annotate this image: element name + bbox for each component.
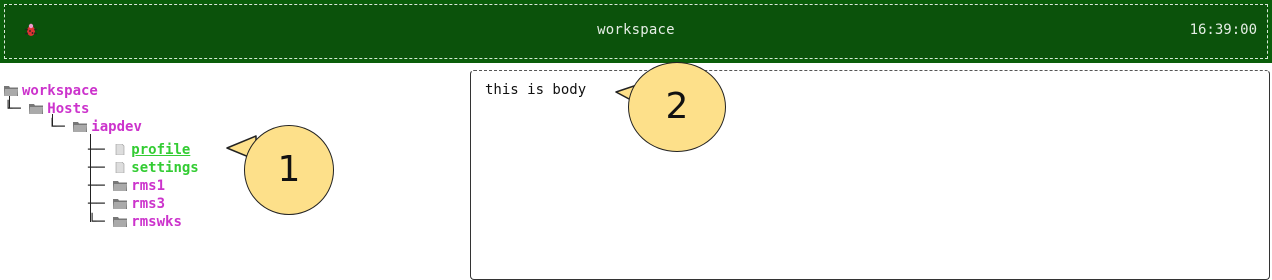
tree-label-workspace[interactable]: workspace (22, 83, 98, 99)
tree-label-rms1[interactable]: rms1 (131, 178, 165, 194)
tree-label-iapdev[interactable]: iapdev (91, 119, 142, 135)
folder-icon (29, 104, 44, 114)
tree-branch: └─ (88, 214, 114, 230)
tree-node-workspace[interactable]: workspace (4, 82, 98, 100)
body-text: this is body (485, 82, 587, 98)
tree-label-settings[interactable]: settings (131, 160, 198, 176)
folder-icon (73, 122, 88, 132)
tree-branch: ── (88, 142, 114, 158)
tree-label-profile[interactable]: profile (131, 142, 190, 158)
tree-node-rms3[interactable]: ── rms3 (88, 195, 165, 213)
tree-connector (90, 134, 91, 222)
callout-1: 1 (244, 125, 334, 215)
tree-node-rmswks[interactable]: └─ rmswks (88, 213, 182, 231)
folder-icon (113, 181, 128, 191)
top-bar: workspace 16:39:00 (0, 0, 1272, 63)
tree-node-settings[interactable]: ── settings (88, 159, 199, 177)
tree-node-profile[interactable]: ── profile (88, 141, 190, 159)
folder-icon (4, 86, 18, 96)
tree-node-rms1[interactable]: ── rms1 (88, 177, 165, 195)
clock: 16:39:00 (1189, 22, 1257, 38)
tree-branch: └─ (4, 101, 30, 117)
tree-branch: ── (88, 196, 114, 212)
tree-label-hosts[interactable]: Hosts (47, 101, 89, 117)
file-icon (115, 144, 125, 155)
callout-2: 2 (628, 62, 726, 152)
body-panel[interactable]: this is body (470, 70, 1270, 280)
tree-branch: ── (88, 160, 114, 176)
folder-icon (113, 199, 128, 209)
file-icon (115, 162, 125, 173)
tree-connector (52, 114, 53, 126)
top-bar-frame: workspace 16:39:00 (4, 4, 1268, 59)
file-tree: workspace └─ Hosts └─ iapdev ── profile … (0, 78, 460, 268)
folder-icon (113, 217, 128, 227)
tree-node-hosts[interactable]: └─ Hosts (4, 100, 89, 118)
tree-branch: ── (88, 178, 114, 194)
tree-label-rmswks[interactable]: rmswks (131, 214, 182, 230)
tree-label-rms3[interactable]: rms3 (131, 196, 165, 212)
tree-node-iapdev[interactable]: └─ iapdev (48, 118, 142, 136)
tree-connector (9, 96, 10, 108)
window-title: workspace (597, 22, 675, 38)
